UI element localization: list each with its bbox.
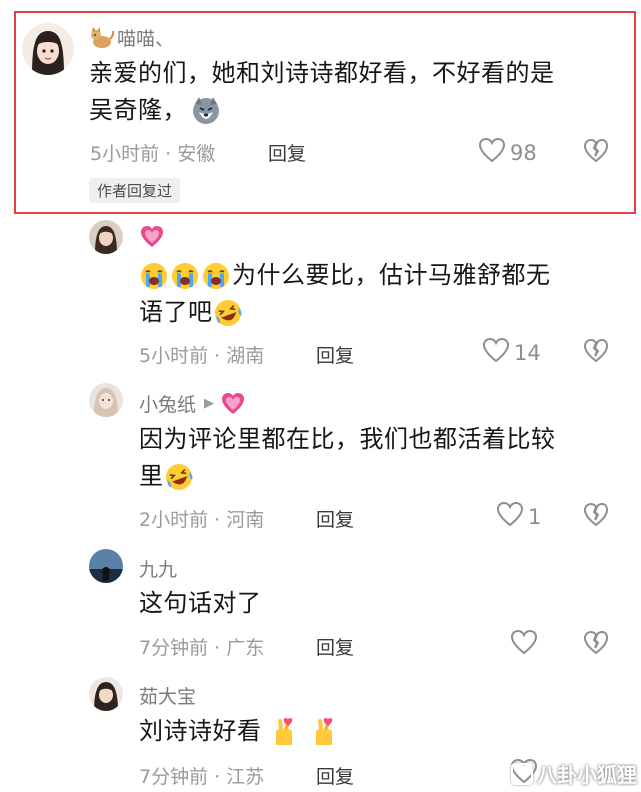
username[interactable]: 喵喵、: [89, 24, 174, 51]
comment-text: 亲爱的们，她和刘诗诗都好看，不好看的是 吴奇隆，: [89, 55, 629, 129]
dislike-broken-heart-icon: [583, 502, 609, 532]
crying-face-icon: [139, 261, 169, 291]
comment-line: 里: [139, 458, 619, 495]
watermark-text: 八卦小狐狸: [537, 763, 637, 787]
avatar[interactable]: [22, 23, 74, 75]
author-replied-badge: 作者回复过: [89, 178, 181, 203]
comment-line-text: 为什么要比，估计马雅舒都无: [232, 261, 551, 289]
timestamp-location: 5小时前 · 湖南: [139, 345, 265, 367]
like-count: 98: [510, 140, 537, 165]
pink-heart-icon: [220, 391, 246, 417]
reply-button[interactable]: 回复: [316, 762, 354, 789]
reply-button[interactable]: 回复: [316, 341, 354, 368]
husky-dog-icon: [191, 96, 221, 126]
finger-heart-icon: [308, 717, 338, 747]
comment-line: 因为评论里都在比，我们也都活着比较: [139, 425, 556, 453]
dislike-button[interactable]: [583, 138, 609, 164]
like-heart-icon: [496, 501, 524, 532]
avatar[interactable]: [89, 677, 123, 711]
username[interactable]: [139, 224, 165, 250]
like-count: 14: [514, 340, 541, 365]
avatar[interactable]: [89, 383, 123, 417]
like-heart-icon: [482, 337, 510, 368]
comment-line-text: 吴奇隆，: [89, 96, 187, 124]
dislike-button[interactable]: [583, 502, 609, 528]
like-button[interactable]: 1: [496, 501, 541, 532]
comment-line: 亲爱的们，她和刘诗诗都好看，不好看的是: [89, 59, 555, 87]
like-button[interactable]: [510, 629, 542, 660]
username[interactable]: 小兔纸 ▶: [139, 390, 246, 417]
comment-line: 吴奇隆，: [89, 92, 629, 129]
username[interactable]: 九九: [139, 555, 177, 582]
username-text: 喵喵、: [117, 28, 175, 50]
cat-icon: [89, 25, 115, 51]
like-button[interactable]: 14: [482, 337, 541, 368]
reply-button[interactable]: 回复: [316, 633, 354, 660]
comment-line-text: 语了吧: [139, 298, 213, 326]
comment-text: 刘诗诗好看: [139, 713, 619, 750]
reply-button[interactable]: 回复: [268, 139, 306, 166]
avatar[interactable]: [89, 549, 123, 583]
comment-line: 刘诗诗好看: [139, 713, 619, 750]
like-button[interactable]: 98: [478, 137, 537, 168]
comment-line: 为什么要比，估计马雅舒都无: [139, 257, 619, 294]
comment-line: 语了吧: [139, 294, 619, 331]
like-heart-icon: [510, 629, 538, 660]
crying-face-icon: [201, 261, 231, 291]
like-heart-icon: [478, 137, 506, 168]
dislike-button[interactable]: [583, 630, 609, 656]
crying-face-icon: [170, 261, 200, 291]
comment-line: 这句话对了: [139, 589, 262, 617]
dislike-broken-heart-icon: [583, 630, 609, 660]
reply-button[interactable]: 回复: [316, 505, 354, 532]
laughing-tears-icon: [164, 462, 194, 492]
comment-line-text: 刘诗诗好看: [139, 717, 262, 745]
timestamp-location: 7分钟前 · 广东: [139, 637, 265, 659]
dislike-button[interactable]: [583, 338, 609, 364]
username-text: 茹大宝: [139, 686, 197, 708]
timestamp-location: 2小时前 · 河南: [139, 509, 265, 531]
finger-heart-icon: [268, 717, 298, 747]
dislike-broken-heart-icon: [583, 338, 609, 368]
pink-heart-icon: [139, 224, 165, 250]
play-arrow-icon: ▶: [204, 396, 215, 411]
comment-line-text: 里: [139, 462, 164, 490]
username[interactable]: 茹大宝: [139, 682, 196, 709]
like-count: 1: [528, 504, 542, 529]
username-text: 小兔纸: [139, 394, 197, 416]
username-text: 九九: [139, 559, 178, 581]
timestamp-location: 7分钟前 · 江苏: [139, 766, 265, 788]
watermark: 八卦小狐狸: [511, 759, 637, 788]
watermark-logo-icon: [511, 762, 533, 785]
dislike-broken-heart-icon: [583, 138, 609, 168]
comment-text: 为什么要比，估计马雅舒都无 语了吧: [139, 257, 619, 331]
laughing-tears-icon: [213, 298, 243, 328]
avatar[interactable]: [89, 220, 123, 254]
comment-text: 这句话对了: [139, 585, 619, 622]
comment-text: 因为评论里都在比，我们也都活着比较 里: [139, 421, 619, 495]
timestamp-location: 5小时前 · 安徽: [90, 143, 216, 165]
